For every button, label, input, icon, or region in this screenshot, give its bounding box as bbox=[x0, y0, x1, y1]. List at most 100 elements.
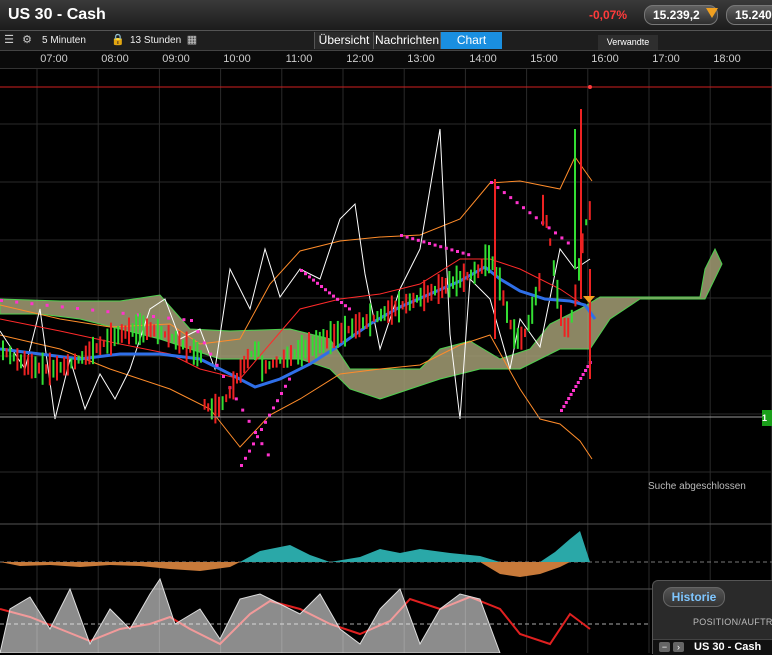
candle bbox=[398, 291, 400, 323]
candle bbox=[394, 300, 397, 317]
sar-dot bbox=[254, 431, 257, 434]
sar-dot bbox=[268, 413, 271, 417]
candle bbox=[20, 354, 22, 369]
candle bbox=[408, 293, 411, 311]
sar-dot bbox=[196, 330, 200, 334]
ask-price-button[interactable]: 15.240, bbox=[726, 5, 772, 25]
candle bbox=[279, 356, 282, 364]
candle bbox=[452, 276, 454, 289]
candle bbox=[210, 398, 213, 420]
position-instrument: US 30 - Cash bbox=[694, 641, 762, 653]
lock-icon[interactable]: 🔒 bbox=[111, 34, 125, 46]
candle bbox=[149, 322, 152, 338]
candle bbox=[34, 356, 37, 379]
candle bbox=[365, 314, 368, 329]
candle bbox=[354, 314, 357, 339]
momentum-line bbox=[0, 128, 591, 420]
candle bbox=[225, 394, 228, 403]
tab-chart[interactable]: Chart bbox=[440, 32, 502, 49]
sar-dot bbox=[260, 428, 263, 431]
candle bbox=[308, 331, 310, 363]
candle bbox=[580, 109, 582, 299]
range-select[interactable]: 13 Stunden bbox=[130, 35, 181, 46]
sar-dot bbox=[547, 226, 551, 230]
chevron-right-icon[interactable]: › bbox=[673, 642, 684, 652]
candle bbox=[369, 303, 372, 337]
candle bbox=[52, 359, 55, 378]
candle bbox=[113, 327, 116, 347]
candle bbox=[45, 364, 48, 374]
related-button[interactable]: Verwandte bbox=[598, 35, 658, 50]
candle bbox=[293, 349, 296, 359]
candle bbox=[516, 328, 519, 349]
candle bbox=[239, 359, 242, 383]
candle bbox=[30, 353, 33, 379]
price-chart[interactable] bbox=[0, 69, 772, 653]
candle bbox=[246, 348, 249, 369]
sar-dot bbox=[248, 449, 251, 453]
sar-dot bbox=[167, 316, 171, 320]
candle bbox=[74, 353, 76, 370]
sar-dot bbox=[45, 303, 49, 307]
interval-select[interactable]: 5 Minuten bbox=[42, 35, 86, 46]
stochastic-fill bbox=[0, 577, 501, 653]
candle bbox=[23, 350, 26, 376]
candle bbox=[531, 296, 534, 324]
sar-dot bbox=[348, 307, 351, 311]
candle bbox=[405, 293, 408, 314]
candle bbox=[390, 295, 393, 325]
gear-icon[interactable]: ⚙ bbox=[21, 34, 33, 46]
candle bbox=[304, 339, 307, 359]
sar-dot bbox=[320, 285, 323, 288]
sar-dot bbox=[400, 234, 403, 237]
tab-history[interactable]: Historie bbox=[663, 587, 725, 607]
sar-dot bbox=[502, 191, 506, 195]
candle bbox=[146, 318, 148, 341]
sar-dot bbox=[340, 301, 343, 304]
candle bbox=[552, 260, 555, 276]
time-tick: 18:00 bbox=[713, 53, 741, 65]
sar-dot bbox=[522, 206, 525, 210]
candle bbox=[16, 348, 19, 371]
sar-dot bbox=[576, 381, 580, 384]
time-tick: 09:00 bbox=[162, 53, 190, 65]
time-tick: 15:00 bbox=[530, 53, 558, 65]
calendar-icon[interactable]: ▦ bbox=[186, 34, 198, 46]
sar-dot bbox=[554, 231, 557, 235]
sar-dot bbox=[76, 307, 79, 310]
candle bbox=[272, 359, 274, 368]
candle bbox=[506, 301, 508, 323]
candle bbox=[426, 285, 429, 303]
tab-overview[interactable]: Übersicht bbox=[314, 32, 373, 49]
candle bbox=[243, 355, 246, 374]
oscillator-positive bbox=[540, 531, 590, 562]
sar-dot bbox=[256, 435, 259, 439]
candle bbox=[466, 271, 469, 281]
sar-dot bbox=[444, 246, 448, 250]
sar-dot bbox=[202, 341, 206, 345]
candle bbox=[567, 317, 570, 338]
candle bbox=[509, 319, 512, 330]
candle bbox=[329, 321, 332, 355]
candle bbox=[318, 331, 321, 354]
candle bbox=[423, 279, 426, 312]
tab-news[interactable]: Nachrichten bbox=[373, 32, 440, 49]
sar-dot bbox=[569, 393, 573, 396]
sar-dot bbox=[567, 397, 571, 400]
sar-dot bbox=[106, 310, 110, 314]
sar-dot bbox=[15, 300, 19, 304]
sar-dot bbox=[405, 235, 409, 239]
sar-dot bbox=[182, 318, 186, 322]
sar-dot bbox=[288, 377, 291, 381]
candle bbox=[444, 278, 447, 294]
minus-icon[interactable]: − bbox=[659, 642, 670, 652]
candle bbox=[178, 331, 181, 354]
candle bbox=[250, 350, 253, 358]
sar-dot bbox=[308, 275, 311, 279]
candle bbox=[470, 269, 472, 280]
candle bbox=[556, 279, 559, 309]
position-column-header: POSITION/AUFTRA bbox=[693, 617, 772, 627]
candle bbox=[401, 301, 404, 310]
candle bbox=[189, 346, 192, 353]
list-icon[interactable]: ☰ bbox=[3, 34, 15, 46]
